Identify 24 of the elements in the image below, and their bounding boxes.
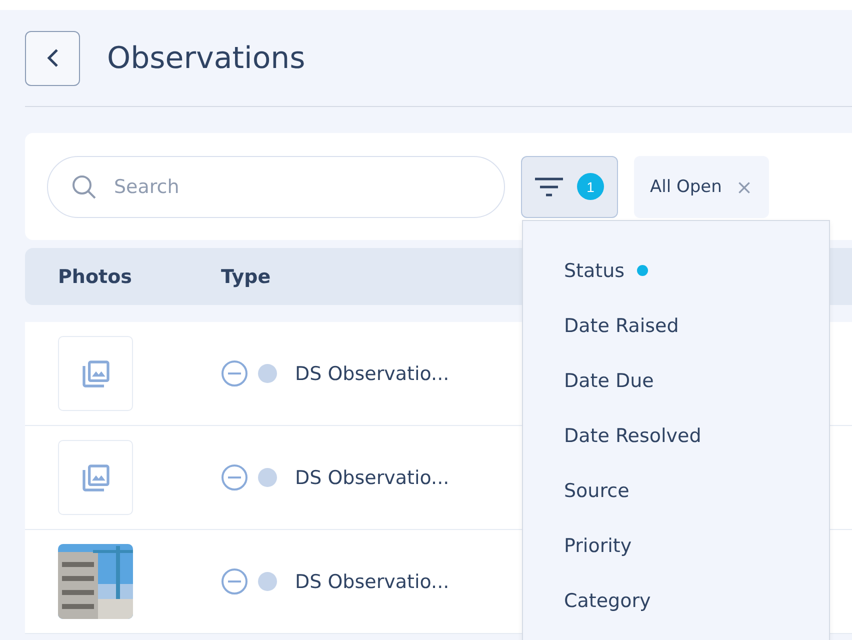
column-header: Type bbox=[221, 266, 272, 288]
type-cell: DS Observatio... bbox=[295, 570, 450, 592]
back-button[interactable] bbox=[25, 30, 80, 86]
menu-item[interactable]: Category bbox=[523, 573, 829, 628]
gallery-icon bbox=[80, 358, 112, 390]
menu-item[interactable]: Date Due bbox=[523, 353, 829, 408]
filter-icon bbox=[535, 176, 563, 196]
filter-count-badge: 1 bbox=[577, 173, 604, 200]
minus-circle-icon bbox=[221, 568, 248, 595]
minus-circle-icon bbox=[221, 360, 248, 387]
search-field[interactable]: Search bbox=[47, 156, 505, 218]
type-cell: DS Observatio... bbox=[295, 466, 450, 488]
menu-item[interactable]: Status bbox=[523, 243, 829, 298]
status-dot bbox=[258, 572, 277, 591]
filter-chip[interactable]: All Open × bbox=[634, 156, 769, 218]
column-header: Photos bbox=[57, 266, 133, 288]
status-dot bbox=[258, 364, 277, 383]
page-title: Observations bbox=[107, 40, 306, 76]
menu-item[interactable]: Source bbox=[523, 463, 829, 518]
gallery-icon bbox=[80, 462, 112, 494]
type-cell: DS Observatio... bbox=[295, 362, 450, 384]
status-dot bbox=[258, 468, 277, 487]
chevron-left-icon bbox=[46, 48, 58, 68]
minus-circle-icon bbox=[221, 464, 248, 491]
